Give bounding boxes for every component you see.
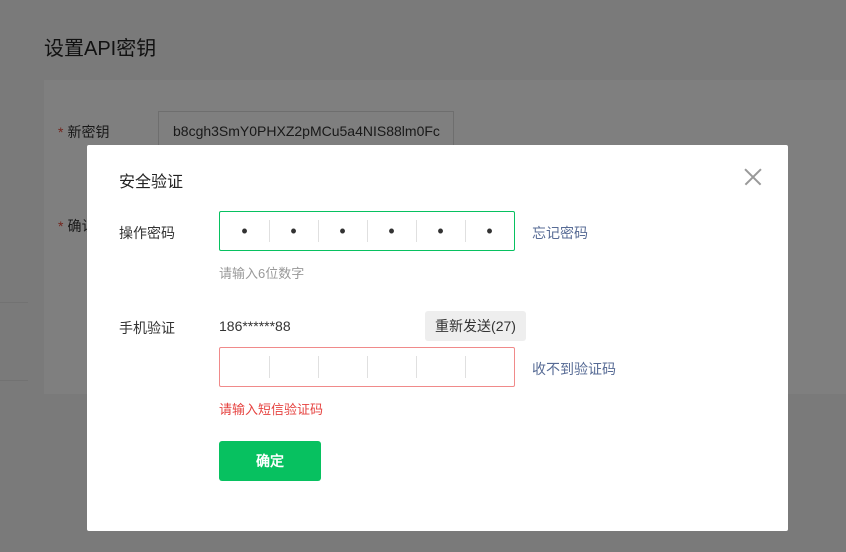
resend-code-button[interactable]: 重新发送(27) — [425, 311, 526, 341]
password-digit[interactable]: • — [367, 212, 416, 250]
password-digit[interactable]: • — [416, 212, 465, 250]
password-input[interactable]: • • • • • • — [219, 211, 515, 251]
password-digit[interactable]: • — [220, 212, 269, 250]
password-digit[interactable]: • — [465, 212, 514, 250]
sms-code-input[interactable] — [219, 347, 515, 387]
sms-digit[interactable] — [465, 348, 514, 386]
close-icon[interactable] — [741, 165, 765, 189]
sms-error-hint: 请输入短信验证码 — [219, 402, 324, 417]
forgot-password-link[interactable]: 忘记密码 — [532, 223, 588, 243]
password-digit[interactable]: • — [269, 212, 318, 250]
no-code-link[interactable]: 收不到验证码 — [532, 359, 616, 379]
sms-digit[interactable] — [367, 348, 416, 386]
password-digit[interactable]: • — [318, 212, 367, 250]
sms-digit[interactable] — [416, 348, 465, 386]
dialog-title: 安全验证 — [119, 174, 184, 191]
confirm-button[interactable]: 确定 — [219, 441, 321, 481]
security-verification-dialog: 安全验证 操作密码 • • • • • • 忘记密码 请输入6位数字 手机验证 … — [87, 145, 788, 531]
phone-verify-label: 手机验证 — [119, 320, 175, 336]
sms-digit[interactable] — [318, 348, 367, 386]
password-hint: 请输入6位数字 — [219, 266, 305, 281]
phone-number: 186******88 — [219, 318, 291, 334]
sms-digit[interactable] — [220, 348, 269, 386]
sms-digit[interactable] — [269, 348, 318, 386]
password-label: 操作密码 — [119, 225, 175, 241]
